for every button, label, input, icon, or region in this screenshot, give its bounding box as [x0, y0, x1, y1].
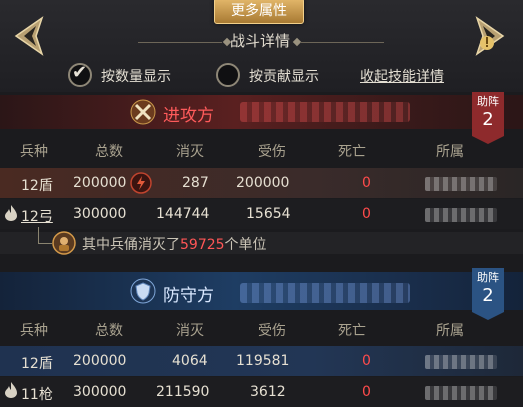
troop-killed: 287 [182, 175, 209, 191]
troop-dead: 0 [362, 384, 371, 400]
troop-wounded: 119581 [236, 353, 290, 369]
page-title: 战斗详情 [229, 32, 290, 50]
owner-blurred [425, 386, 497, 400]
col-header-total: 总数 [95, 323, 123, 339]
collapse-skill-details-link[interactable]: 收起技能详情 [360, 66, 444, 86]
note-connector-h [38, 243, 52, 244]
defender-support-badge-tail [472, 312, 504, 320]
troop-total: 200000 [73, 353, 127, 369]
troop-dead: 0 [362, 175, 371, 191]
crossed-swords-icon [130, 99, 156, 125]
col-header-owner: 所属 [436, 144, 464, 160]
troop-killed: 144744 [156, 206, 210, 222]
owner-blurred [425, 208, 497, 222]
troop-killed: 211590 [156, 384, 210, 400]
show-by-contribution-checkbox[interactable] [216, 63, 240, 87]
col-header-dead: 死亡 [338, 144, 366, 160]
support-label: 助阵 [477, 95, 499, 108]
skill-icon[interactable] [130, 172, 152, 194]
col-header-type: 兵种 [20, 323, 48, 339]
troop-total: 200000 [73, 175, 127, 191]
troop-type: 12盾 [21, 356, 53, 372]
col-header-dead: 死亡 [338, 323, 366, 339]
flame-icon [5, 382, 17, 398]
attacker-support-badge: 助阵 2 [472, 92, 504, 136]
col-header-killed: 消灭 [176, 323, 204, 339]
note-prefix: 其中兵俑消灭了 [82, 237, 180, 253]
shield-icon [130, 278, 156, 304]
troop-dead: 0 [362, 353, 371, 369]
col-header-total: 总数 [95, 144, 123, 160]
troop-wounded: 200000 [236, 175, 290, 191]
chevron-right-icon[interactable] [473, 16, 507, 56]
defender-support-badge: 助阵 2 [472, 268, 504, 312]
col-header-killed: 消灭 [176, 144, 204, 160]
col-header-type: 兵种 [20, 144, 48, 160]
show-by-count-label[interactable]: 按数量显示 [101, 66, 171, 86]
troop-wounded: 15654 [246, 206, 291, 222]
support-label: 助阵 [477, 271, 499, 284]
terracotta-warrior-icon [52, 231, 76, 255]
troop-wounded: 3612 [250, 384, 286, 400]
attacker-title: 进攻方 [163, 106, 214, 126]
summon-note: 其中兵俑消灭了59725个单位 [82, 234, 267, 254]
troop-type: 11枪 [21, 387, 53, 403]
col-header-wounded: 受伤 [258, 323, 286, 339]
note-connector [38, 227, 39, 244]
col-header-wounded: 受伤 [258, 144, 286, 160]
troop-type: 12盾 [21, 178, 53, 194]
title-divider-right [300, 42, 384, 43]
show-by-contribution-label[interactable]: 按贡献显示 [249, 66, 319, 86]
troop-type: 12弓 [21, 209, 53, 225]
support-count: 2 [482, 109, 494, 130]
troop-total: 300000 [73, 384, 127, 400]
defender-title: 防守方 [163, 286, 214, 306]
troop-total: 300000 [73, 206, 127, 222]
note-suffix: 个单位 [224, 237, 267, 253]
owner-blurred [425, 355, 497, 369]
flame-icon [5, 205, 17, 221]
checkmark-icon: ✔ [72, 62, 88, 83]
troop-dead: 0 [362, 206, 371, 222]
support-count: 2 [482, 285, 494, 306]
note-number: 59725 [180, 237, 225, 253]
troop-killed: 4064 [172, 353, 208, 369]
defender-name-blurred [240, 283, 410, 303]
attacker-support-badge-tail [472, 136, 504, 144]
chevron-left-icon[interactable] [12, 16, 46, 56]
owner-blurred [425, 177, 497, 191]
col-header-owner: 所属 [436, 323, 464, 339]
more-attributes-button[interactable]: 更多属性 [214, 0, 304, 24]
attacker-name-blurred [240, 102, 410, 122]
